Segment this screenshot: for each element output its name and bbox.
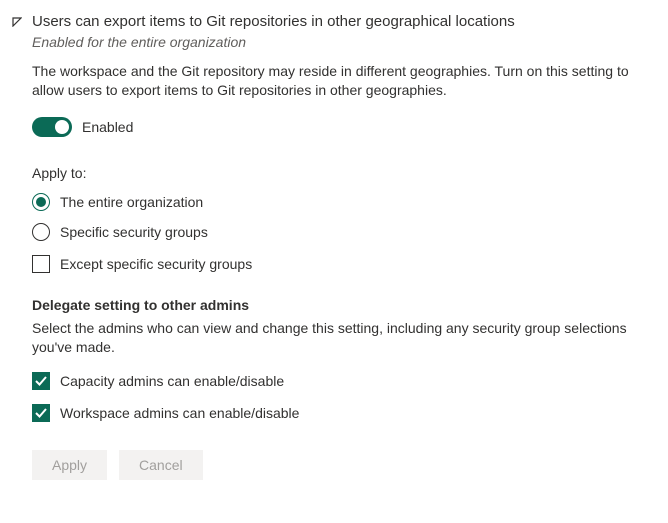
radio-icon	[32, 223, 50, 241]
checkbox-label: Except specific security groups	[60, 256, 252, 272]
enabled-toggle[interactable]	[32, 117, 72, 137]
checkbox-icon	[32, 255, 50, 273]
checkbox-icon	[32, 404, 50, 422]
setting-subtitle: Enabled for the entire organization	[32, 34, 515, 50]
checkbox-label: Workspace admins can enable/disable	[60, 405, 299, 421]
collapse-icon[interactable]	[10, 15, 24, 29]
enabled-toggle-label: Enabled	[82, 119, 133, 135]
setting-title: Users can export items to Git repositori…	[32, 12, 515, 32]
apply-to-label: Apply to:	[32, 165, 656, 181]
checkbox-label: Capacity admins can enable/disable	[60, 373, 284, 389]
checkbox-icon	[32, 372, 50, 390]
radio-entire-org[interactable]: The entire organization	[32, 193, 656, 211]
cancel-button[interactable]: Cancel	[119, 450, 203, 480]
capacity-admins-checkbox[interactable]: Capacity admins can enable/disable	[32, 372, 656, 390]
radio-label: Specific security groups	[60, 224, 208, 240]
except-groups-checkbox[interactable]: Except specific security groups	[32, 255, 656, 273]
apply-button[interactable]: Apply	[32, 450, 107, 480]
radio-label: The entire organization	[60, 194, 203, 210]
radio-icon	[32, 193, 50, 211]
radio-specific-groups[interactable]: Specific security groups	[32, 223, 656, 241]
setting-description: The workspace and the Git repository may…	[32, 62, 656, 101]
delegate-description: Select the admins who can view and chang…	[32, 319, 656, 358]
workspace-admins-checkbox[interactable]: Workspace admins can enable/disable	[32, 404, 656, 422]
delegate-title: Delegate setting to other admins	[32, 297, 656, 313]
